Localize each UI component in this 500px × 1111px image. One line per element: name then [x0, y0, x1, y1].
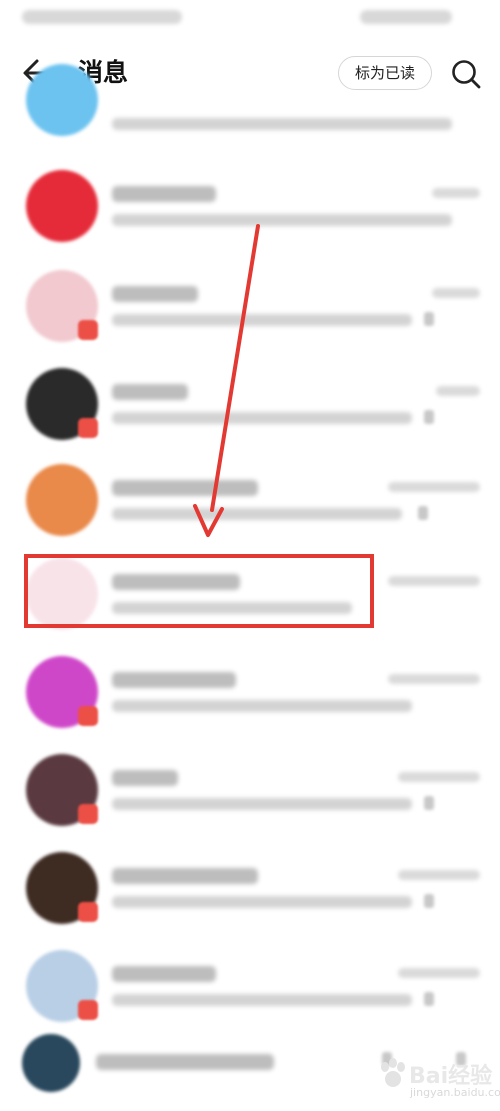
- status-bar: [0, 0, 500, 36]
- timestamp: [436, 386, 480, 396]
- message-preview: [112, 314, 412, 326]
- contact-name: [112, 574, 240, 590]
- contact-name: [96, 1054, 274, 1070]
- timestamp: [388, 576, 480, 586]
- message-preview: [112, 798, 412, 810]
- list-item[interactable]: [0, 460, 500, 556]
- message-preview: [112, 700, 412, 712]
- unread-badge: [78, 706, 98, 726]
- list-item[interactable]: [0, 848, 500, 944]
- contact-name: [112, 384, 188, 400]
- status-mark: [424, 992, 434, 1006]
- status-mark: [424, 312, 434, 326]
- status-mark: [424, 410, 434, 424]
- avatar: [22, 1034, 80, 1092]
- watermark-url: jingyan.baidu.com: [410, 1086, 500, 1099]
- list-item[interactable]: [0, 166, 500, 262]
- watermark: Bai经验 jingyan.baidu.com: [378, 1056, 500, 1104]
- avatar: [26, 64, 98, 136]
- timestamp: [432, 188, 480, 198]
- contact-name: [112, 186, 216, 202]
- status-carrier: [22, 10, 182, 24]
- timestamp: [432, 288, 480, 298]
- list-item[interactable]: [0, 652, 500, 748]
- unread-badge: [78, 320, 98, 340]
- timestamp: [398, 772, 480, 782]
- message-preview: [112, 412, 412, 424]
- list-item[interactable]: [0, 266, 500, 362]
- message-preview: [112, 508, 402, 520]
- message-preview: [112, 214, 452, 226]
- contact-name: [112, 770, 178, 786]
- status-mark: [424, 894, 434, 908]
- mark-all-read-button[interactable]: 标为已读: [338, 56, 432, 90]
- contact-name: [112, 868, 258, 884]
- unread-badge: [78, 418, 98, 438]
- timestamp: [388, 482, 480, 492]
- list-item[interactable]: [0, 750, 500, 846]
- avatar: [26, 170, 98, 242]
- message-preview: [112, 896, 412, 908]
- list-item[interactable]: [0, 64, 500, 150]
- list-item[interactable]: [0, 364, 500, 460]
- contact-name: [112, 480, 258, 496]
- avatar: [26, 558, 98, 630]
- unread-badge: [78, 902, 98, 922]
- message-preview: [112, 118, 452, 130]
- avatar: [26, 464, 98, 536]
- timestamp: [388, 674, 480, 684]
- contact-name: [112, 286, 198, 302]
- status-mark: [424, 796, 434, 810]
- timestamp: [398, 968, 480, 978]
- list-item[interactable]: [0, 556, 500, 652]
- status-mark: [418, 506, 428, 520]
- status-indicators: [360, 10, 452, 24]
- paw-logo-icon: [381, 1058, 405, 1087]
- contact-name: [112, 672, 236, 688]
- contact-name: [112, 966, 216, 982]
- message-preview: [112, 602, 352, 614]
- search-icon[interactable]: [450, 58, 482, 90]
- timestamp: [398, 870, 480, 880]
- unread-badge: [78, 1000, 98, 1020]
- unread-badge: [78, 804, 98, 824]
- message-preview: [112, 994, 412, 1006]
